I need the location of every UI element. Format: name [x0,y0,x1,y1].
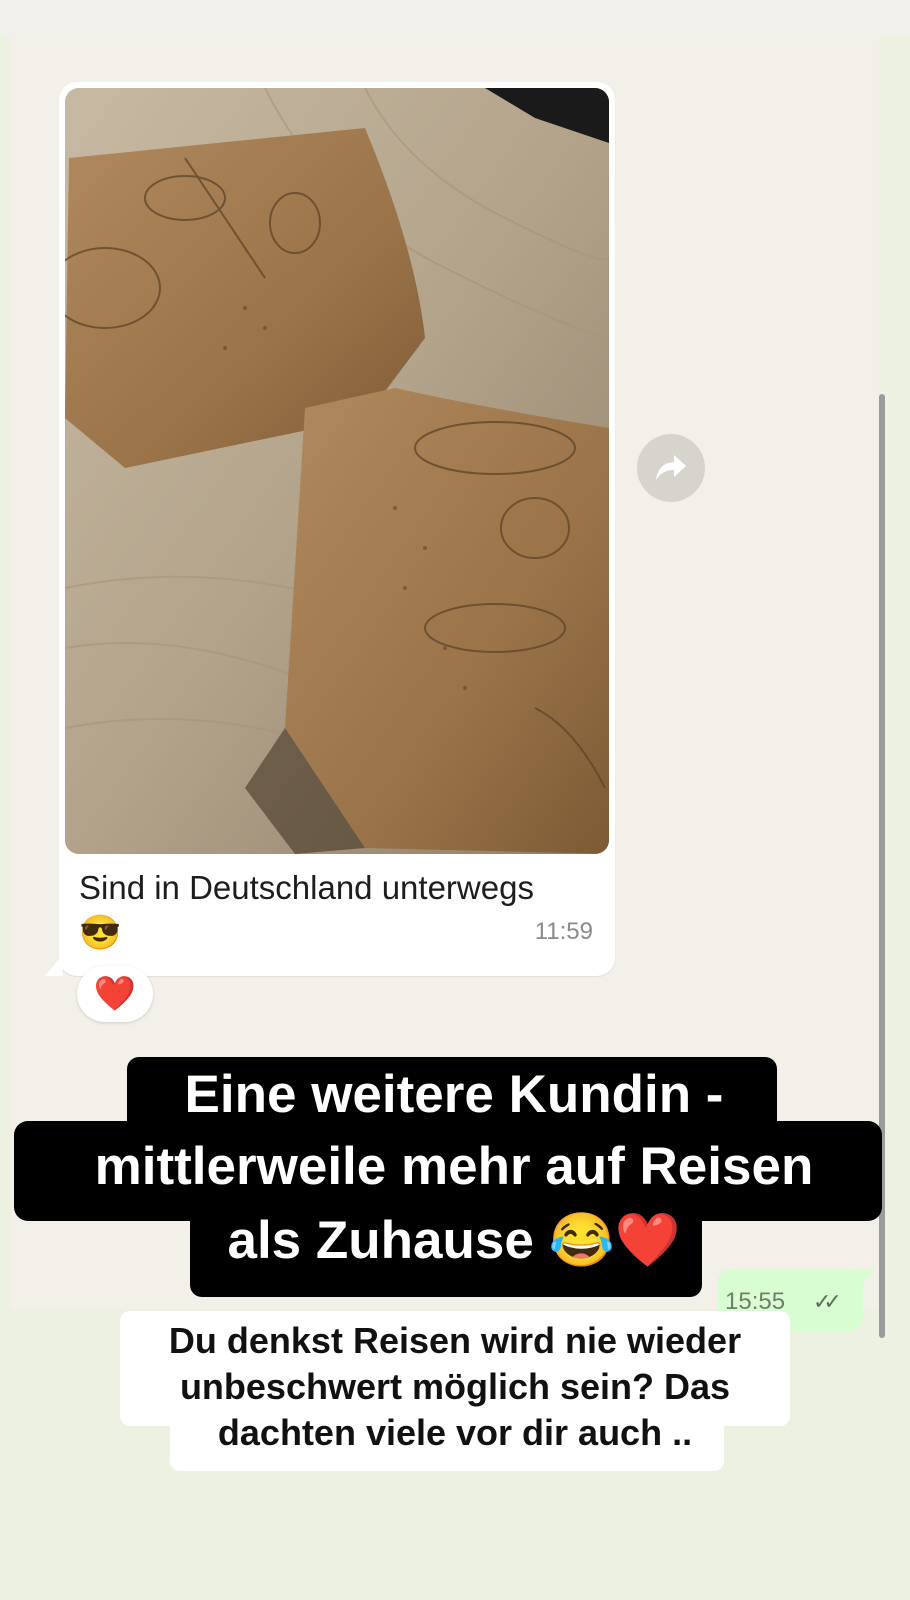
story-headline-overlay: Eine weitere Kundin - mittlerweile mehr … [14,1057,894,1301]
bubble-tail [45,954,63,976]
top-strip [0,0,910,36]
headline-line-1: Eine weitere Kundin - [184,1065,724,1124]
heart-reaction[interactable]: ❤️ [77,966,153,1022]
bread-bags-illustration [65,88,609,854]
story-subtext-overlay: Du denkst Reisen wird nie wieder unbesch… [120,1311,790,1471]
subtext-line-1: Du denkst Reisen wird nie wieder [168,1320,742,1361]
headline-line-3: als Zuhause 😂❤️ [227,1211,681,1270]
sunglasses-emoji: 😎 [79,914,122,952]
caption-text: Sind in Deutschland unterwegs [79,869,534,906]
forward-button[interactable] [637,434,705,502]
message-caption: Sind in Deutschland unterwegs 😎 [79,866,599,956]
message-timestamp: 11:59 [534,918,593,945]
subtext-line-2: unbeschwert möglich sein? Das [179,1366,731,1407]
subtext-line-3: dachten viele vor dir auch .. [217,1412,693,1453]
forward-arrow-icon [656,455,686,480]
incoming-message-bubble[interactable]: Sind in Deutschland unterwegs 😎 11:59 [45,82,615,976]
headline-line-2: mittlerweile mehr auf Reisen [94,1137,814,1196]
message-photo[interactable] [65,88,609,854]
